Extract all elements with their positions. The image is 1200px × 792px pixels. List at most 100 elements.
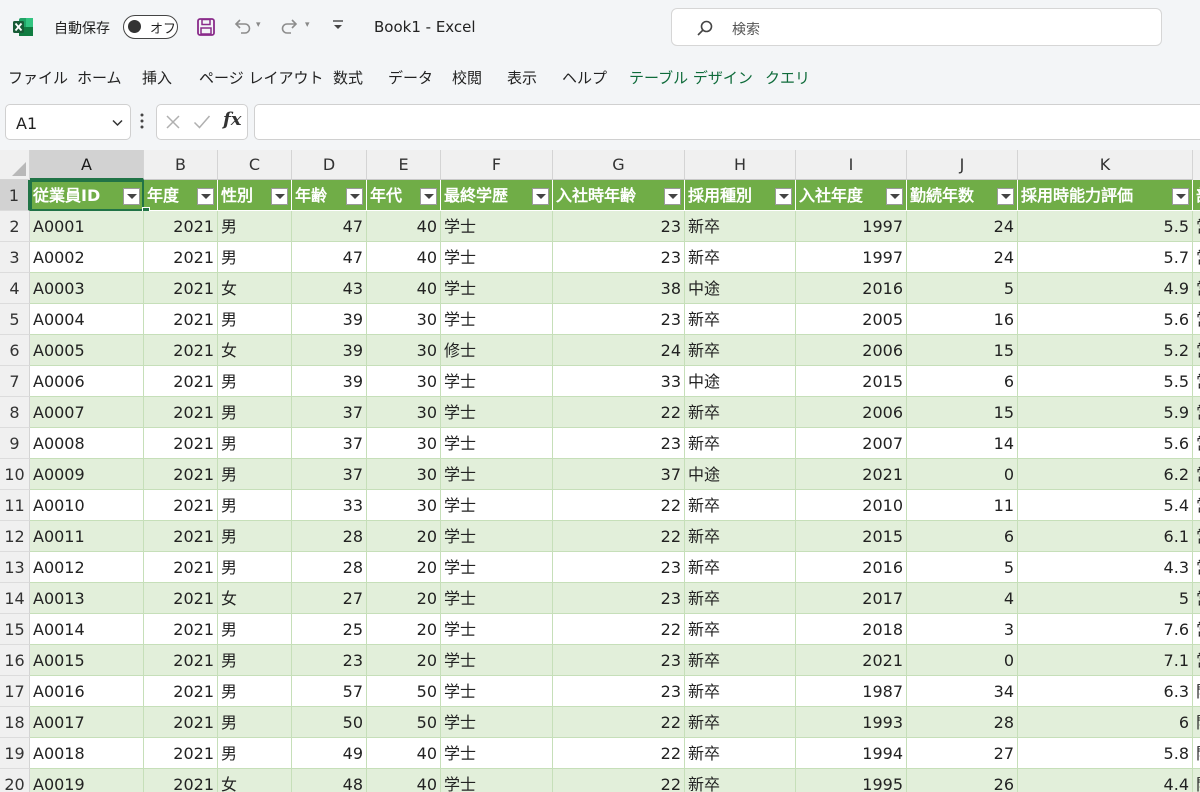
table-cell[interactable]: 27 bbox=[907, 738, 1018, 769]
table-cell[interactable]: 57 bbox=[292, 676, 367, 707]
customize-toolbar-icon[interactable] bbox=[332, 18, 344, 32]
table-cell[interactable]: 新卒 bbox=[685, 521, 796, 552]
chevron-down-icon[interactable] bbox=[112, 119, 123, 127]
table-cell[interactable]: A0014 bbox=[30, 614, 144, 645]
table-cell[interactable]: 男 bbox=[218, 459, 292, 490]
tab-data[interactable]: データ bbox=[388, 67, 433, 88]
table-cell[interactable]: A0002 bbox=[30, 242, 144, 273]
table-cell[interactable]: 6.3 bbox=[1018, 676, 1193, 707]
table-cell[interactable]: 47 bbox=[292, 242, 367, 273]
row-header[interactable]: 7 bbox=[0, 366, 30, 397]
table-cell[interactable]: 4.3 bbox=[1018, 552, 1193, 583]
table-cell[interactable]: 2021 bbox=[144, 583, 218, 614]
table-cell[interactable]: 営 bbox=[1193, 645, 1200, 676]
table-cell[interactable]: 2010 bbox=[796, 490, 907, 521]
table-cell[interactable]: 新卒 bbox=[685, 335, 796, 366]
table-cell[interactable]: 営 bbox=[1193, 614, 1200, 645]
table-cell[interactable]: 女 bbox=[218, 583, 292, 614]
table-cell[interactable]: 学士 bbox=[441, 769, 553, 792]
table-cell[interactable]: 6 bbox=[907, 521, 1018, 552]
table-cell[interactable]: 2021 bbox=[144, 490, 218, 521]
table-cell[interactable]: A0011 bbox=[30, 521, 144, 552]
table-cell[interactable]: 営 bbox=[1193, 366, 1200, 397]
row-header[interactable]: 1 bbox=[0, 180, 30, 211]
table-cell[interactable]: 中途 bbox=[685, 366, 796, 397]
table-cell[interactable]: 2015 bbox=[796, 521, 907, 552]
table-cell[interactable]: A0009 bbox=[30, 459, 144, 490]
table-cell[interactable]: 2021 bbox=[144, 521, 218, 552]
table-cell[interactable]: 2021 bbox=[144, 366, 218, 397]
table-cell[interactable]: 40 bbox=[367, 738, 441, 769]
table-cell[interactable]: 1995 bbox=[796, 769, 907, 792]
table-cell[interactable]: 30 bbox=[367, 335, 441, 366]
row-header[interactable]: 14 bbox=[0, 583, 30, 614]
table-cell[interactable]: 38 bbox=[553, 273, 685, 304]
table-cell[interactable]: 50 bbox=[292, 707, 367, 738]
table-cell[interactable]: 15 bbox=[907, 335, 1018, 366]
table-cell[interactable]: 新卒 bbox=[685, 614, 796, 645]
table-cell[interactable]: 新卒 bbox=[685, 707, 796, 738]
row-header[interactable]: 4 bbox=[0, 273, 30, 304]
excel-logo-icon[interactable] bbox=[12, 17, 34, 37]
table-cell[interactable]: 5.5 bbox=[1018, 211, 1193, 242]
table-cell[interactable]: 営 bbox=[1193, 521, 1200, 552]
table-cell[interactable]: 2018 bbox=[796, 614, 907, 645]
table-header-cell[interactable]: 年度 bbox=[144, 180, 218, 211]
column-header[interactable]: C bbox=[218, 150, 292, 180]
table-header-cell[interactable]: 性別 bbox=[218, 180, 292, 211]
table-cell[interactable]: 開 bbox=[1193, 769, 1200, 792]
name-box[interactable]: A1 bbox=[5, 104, 131, 140]
table-cell[interactable]: 学士 bbox=[441, 676, 553, 707]
table-cell[interactable]: 2021 bbox=[144, 614, 218, 645]
redo-dropdown-icon[interactable]: ▾ bbox=[305, 20, 310, 30]
table-cell[interactable]: 34 bbox=[907, 676, 1018, 707]
table-cell[interactable]: 新卒 bbox=[685, 242, 796, 273]
table-cell[interactable]: 7.6 bbox=[1018, 614, 1193, 645]
table-cell[interactable]: 40 bbox=[367, 211, 441, 242]
search-box[interactable]: 検索 bbox=[671, 8, 1162, 46]
table-cell[interactable]: 40 bbox=[367, 769, 441, 792]
more-options-icon[interactable] bbox=[140, 112, 144, 130]
table-header-cell[interactable]: 入社年度 bbox=[796, 180, 907, 211]
table-cell[interactable]: 開 bbox=[1193, 676, 1200, 707]
table-cell[interactable]: 営 bbox=[1193, 490, 1200, 521]
table-cell[interactable]: 0 bbox=[907, 459, 1018, 490]
table-cell[interactable]: 男 bbox=[218, 366, 292, 397]
redo-icon[interactable] bbox=[280, 16, 300, 36]
filter-dropdown-icon[interactable] bbox=[123, 188, 140, 205]
table-cell[interactable]: 5 bbox=[1018, 583, 1193, 614]
select-all-corner[interactable] bbox=[0, 150, 30, 180]
table-cell[interactable]: 5.4 bbox=[1018, 490, 1193, 521]
table-cell[interactable]: 新卒 bbox=[685, 304, 796, 335]
table-cell[interactable]: A0001 bbox=[30, 211, 144, 242]
table-cell[interactable]: 22 bbox=[553, 521, 685, 552]
table-cell[interactable]: 学士 bbox=[441, 397, 553, 428]
table-cell[interactable]: 50 bbox=[367, 707, 441, 738]
row-header[interactable]: 2 bbox=[0, 211, 30, 242]
tab-view[interactable]: 表示 bbox=[507, 67, 537, 88]
table-cell[interactable]: 2021 bbox=[144, 552, 218, 583]
table-cell[interactable]: 2021 bbox=[796, 645, 907, 676]
table-cell[interactable]: 2016 bbox=[796, 552, 907, 583]
table-header-cell[interactable]: 採用時能力評価 bbox=[1018, 180, 1193, 211]
column-header[interactable]: B bbox=[144, 150, 218, 180]
column-header[interactable]: E bbox=[367, 150, 441, 180]
table-cell[interactable]: 2021 bbox=[144, 211, 218, 242]
table-cell[interactable]: 6 bbox=[907, 366, 1018, 397]
column-header[interactable]: G bbox=[553, 150, 685, 180]
tab-help[interactable]: ヘルプ bbox=[562, 67, 607, 88]
filter-dropdown-icon[interactable] bbox=[664, 188, 681, 205]
table-cell[interactable]: 男 bbox=[218, 614, 292, 645]
table-cell[interactable]: 2021 bbox=[144, 273, 218, 304]
table-cell[interactable]: 23 bbox=[553, 645, 685, 676]
table-cell[interactable]: 開 bbox=[1193, 738, 1200, 769]
table-cell[interactable]: 30 bbox=[367, 428, 441, 459]
table-cell[interactable]: 22 bbox=[553, 397, 685, 428]
table-cell[interactable]: 49 bbox=[292, 738, 367, 769]
table-cell[interactable]: A0013 bbox=[30, 583, 144, 614]
table-header-cell[interactable]: 年齢 bbox=[292, 180, 367, 211]
table-cell[interactable]: 28 bbox=[292, 552, 367, 583]
table-cell[interactable]: 5 bbox=[907, 552, 1018, 583]
table-cell[interactable]: 5.6 bbox=[1018, 428, 1193, 459]
table-cell[interactable]: 新卒 bbox=[685, 552, 796, 583]
